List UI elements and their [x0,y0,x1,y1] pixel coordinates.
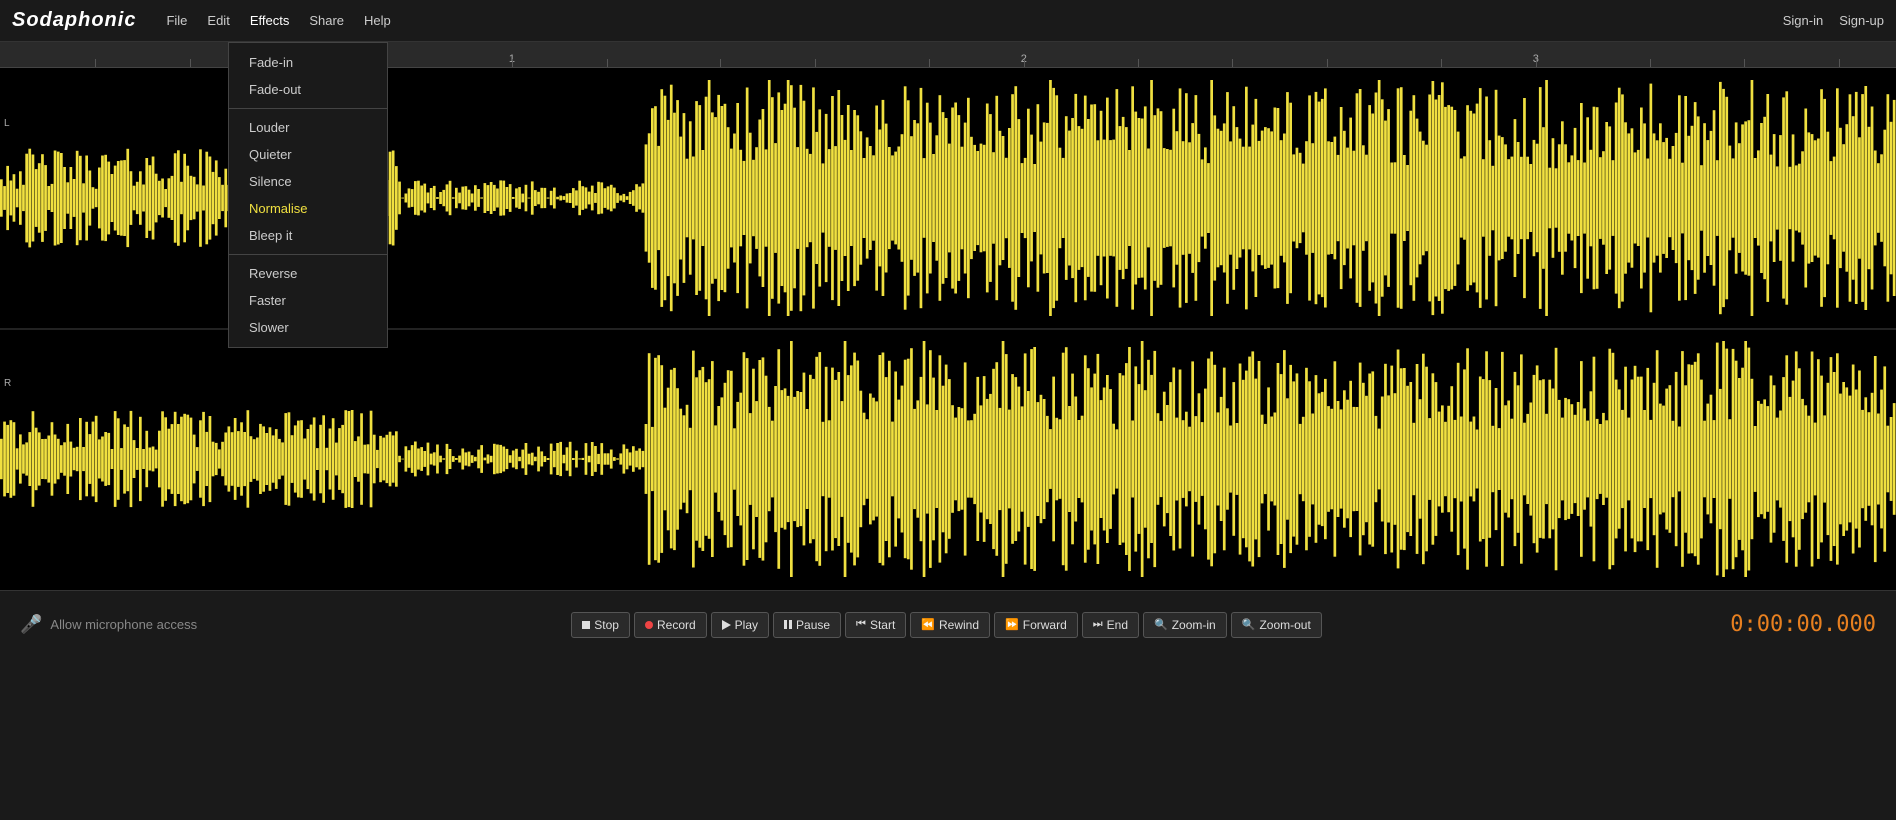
play-icon [722,620,731,630]
forward-icon: ⏩ [1005,618,1019,631]
app-logo: Sodaphonic [12,9,136,32]
stop-button[interactable]: Stop [571,612,630,638]
menu-divider-1 [229,108,387,109]
zoom-out-button[interactable]: 🔍 Zoom-out [1231,612,1322,638]
menu-reverse[interactable]: Reverse [229,260,387,287]
mic-section: 🎤 Allow microphone access [20,614,197,635]
record-label: Record [657,618,696,632]
header: Sodaphonic File Edit Effects Share Help … [0,0,1896,42]
record-button[interactable]: Record [634,612,707,638]
nav-effects[interactable]: Effects [240,9,300,32]
mic-access-label[interactable]: Allow microphone access [50,617,197,632]
nav-edit[interactable]: Edit [197,9,239,32]
pause-icon [784,620,792,629]
zoom-out-icon: 🔍 [1242,618,1256,631]
menu-bleep-it[interactable]: Bleep it [229,222,387,249]
nav-file[interactable]: File [156,9,197,32]
start-icon: ⏮ [856,618,866,631]
play-label: Play [735,618,758,632]
start-label: Start [870,618,895,632]
zoom-in-label: Zoom-in [1172,618,1216,632]
menu-quieter[interactable]: Quieter [229,141,387,168]
header-right: Sign-in Sign-up [1783,13,1884,28]
transport-controls: Stop Record Play Pause ⏮ Start ⏪ Rewi [571,612,1322,638]
menu-divider-2 [229,254,387,255]
rewind-button[interactable]: ⏪ Rewind [910,612,990,638]
zoom-out-label: Zoom-out [1259,618,1310,632]
zoom-in-icon: 🔍 [1154,618,1168,631]
time-display: 0:00:00.000 [1696,612,1876,637]
forward-label: Forward [1023,618,1067,632]
end-button[interactable]: ⏭ End [1082,612,1139,638]
menu-faster[interactable]: Faster [229,287,387,314]
end-icon: ⏭ [1093,618,1103,631]
nav-help[interactable]: Help [354,9,401,32]
zoom-in-button[interactable]: 🔍 Zoom-in [1143,612,1227,638]
pause-label: Pause [796,618,830,632]
menu-normalise[interactable]: Normalise [229,195,387,222]
effects-dropdown-menu: Fade-in Fade-out Louder Quieter Silence … [228,42,388,348]
record-icon [645,621,653,629]
menu-fade-in[interactable]: Fade-in [229,49,387,76]
menu-fade-out[interactable]: Fade-out [229,76,387,103]
channel-label-right: R [4,378,11,389]
microphone-icon: 🎤 [20,614,42,635]
end-label: End [1107,618,1128,632]
rewind-label: Rewind [939,618,979,632]
sign-in-link[interactable]: Sign-in [1783,13,1823,28]
footer: 🎤 Allow microphone access Stop Record Pl… [0,590,1896,658]
nav-share[interactable]: Share [299,9,354,32]
pause-button[interactable]: Pause [773,612,841,638]
channel-label-left: L [4,118,10,129]
stop-label: Stop [594,618,619,632]
rewind-icon: ⏪ [921,618,935,631]
forward-button[interactable]: ⏩ Forward [994,612,1078,638]
menu-louder[interactable]: Louder [229,114,387,141]
menu-silence[interactable]: Silence [229,168,387,195]
start-button[interactable]: ⏮ Start [845,612,906,638]
menu-slower[interactable]: Slower [229,314,387,341]
stop-icon [582,621,590,629]
sign-up-link[interactable]: Sign-up [1839,13,1884,28]
play-button[interactable]: Play [711,612,769,638]
